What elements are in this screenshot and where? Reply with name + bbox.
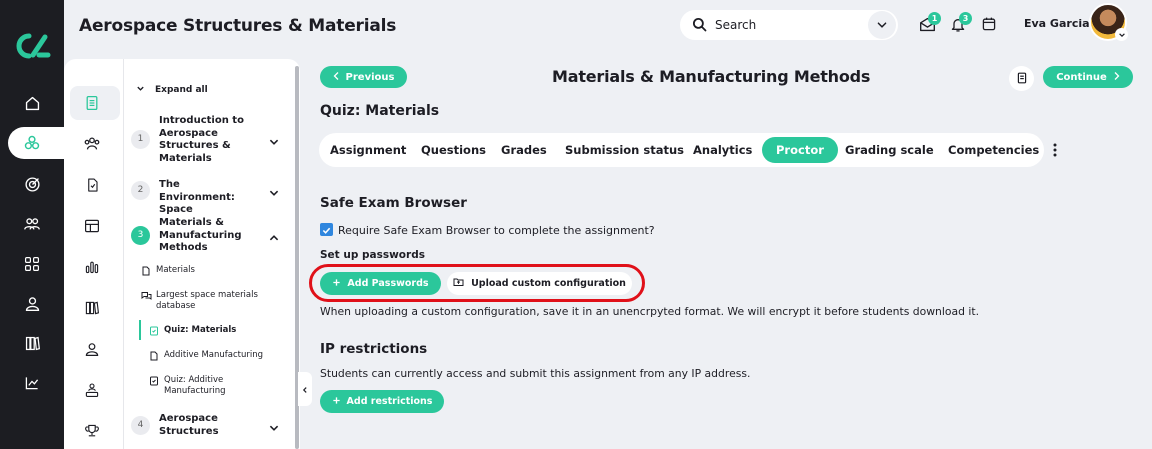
chevron-left-icon [301,380,309,399]
list-item[interactable]: Materials [141,265,291,276]
assignment-file-icon[interactable] [81,174,103,196]
document-icon [141,266,151,276]
search-input[interactable]: Search [715,18,756,32]
expand-all-toggle[interactable]: Expand all [136,84,208,96]
participants-icon[interactable] [81,133,103,155]
list-item[interactable]: Quiz: Additive Manufacturing [149,375,259,397]
apps-grid-icon[interactable] [20,252,44,276]
notebook-icon [1016,69,1028,88]
tab-submission-status[interactable]: Submission status [565,133,684,167]
calendar-icon[interactable] [981,16,999,34]
item-label: Additive Manufacturing [164,350,264,360]
user-menu-chevron-icon[interactable] [1115,28,1128,41]
section-title[interactable]: Aerospace Structures [159,413,239,438]
add-restrictions-button[interactable]: Add restrictions [320,390,444,413]
chevron-right-icon [1113,71,1120,84]
page-title: Materials & Manufacturing Methods [552,67,871,86]
continue-button[interactable]: Continue [1043,66,1133,88]
list-item[interactable]: Largest space materials database [141,290,281,312]
notifications-badge: 3 [959,12,972,25]
list-item[interactable]: Additive Manufacturing [149,350,299,361]
ip-heading: IP restrictions [320,341,428,357]
app-rail [0,0,68,449]
home-icon[interactable] [20,91,44,115]
tab-grades[interactable]: Grades [501,133,547,167]
chevron-up-icon[interactable] [268,229,280,241]
tab-assignment[interactable]: Assignment [330,133,406,167]
hierarchy-users-icon[interactable] [81,379,103,401]
user-icon[interactable] [20,291,44,315]
upload-note: When uploading a custom configuration, s… [320,305,980,318]
document-icon [149,351,159,361]
passwords-heading: Set up passwords [320,249,425,261]
target-icon[interactable] [20,172,44,196]
plus-icon [332,396,341,408]
previous-label: Previous [345,71,395,83]
quiz-icon [149,376,159,386]
quiz-icon [149,326,159,336]
profile-icon[interactable] [81,338,103,360]
inbox-badge: 1 [928,12,941,25]
collapse-panel-button[interactable] [298,372,312,406]
search-icon [692,17,707,36]
item-label: Materials [156,265,195,275]
tab-proctor[interactable]: Proctor [762,137,838,163]
seb-heading: Safe Exam Browser [320,195,467,211]
add-restrictions-label: Add restrictions [346,396,433,407]
analytics-bar-icon[interactable] [81,256,103,278]
seb-checkbox[interactable] [320,223,333,236]
user-name[interactable]: Eva Garcia [1024,17,1090,30]
tab-questions[interactable]: Questions [421,133,486,167]
chevron-down-icon[interactable] [268,184,280,196]
item-label: Quiz: Materials [164,325,237,335]
highlight-annotation [309,264,645,302]
chevron-down-icon[interactable] [268,419,280,431]
section-title[interactable]: Materials & Manufacturing Methods [159,217,249,255]
logo-icon[interactable] [12,31,52,61]
discussion-icon [141,291,152,301]
section-number: 2 [131,181,150,200]
courses-icon[interactable] [20,131,44,155]
continue-label: Continue [1056,71,1107,83]
notebook-button[interactable] [1009,66,1034,91]
section-number: 3 [131,226,150,245]
course-title: Aerospace Structures & Materials [79,16,397,36]
expand-all-label: Expand all [155,85,208,95]
content-book-icon[interactable] [81,92,103,114]
search-bar[interactable]: Search [680,10,898,40]
item-label: Quiz: Additive Manufacturing [164,375,226,396]
reports-chart-icon[interactable] [20,371,44,395]
seb-checkbox-label[interactable]: Require Safe Exam Browser to complete th… [338,224,655,237]
chevron-down-icon[interactable] [268,133,280,145]
nav-divider [123,59,124,449]
previous-button[interactable]: Previous [320,66,407,88]
chevron-down-icon [136,84,145,96]
section-title[interactable]: The Environment: Space [159,179,251,217]
tab-competencies[interactable]: Competencies [948,133,1039,167]
ip-note: Students can currently access and submit… [320,367,751,380]
library-books-icon[interactable] [81,297,103,319]
search-dropdown-chevron-icon[interactable] [868,11,896,39]
library-icon[interactable] [20,331,44,355]
section-number: 1 [131,130,150,149]
checkmark-icon [322,220,331,239]
active-item-indicator [139,320,141,340]
more-vertical-icon[interactable] [1053,142,1057,161]
section-number: 4 [131,416,150,435]
tab-bar: Assignment Questions Grades Submission s… [319,133,1044,167]
list-item[interactable]: Quiz: Materials [149,325,299,336]
chevron-left-icon [333,71,340,84]
groups-icon[interactable] [20,212,44,236]
tab-analytics[interactable]: Analytics [693,133,752,167]
section-title[interactable]: Introduction to Aerospace Structures & M… [159,115,257,165]
trophy-icon[interactable] [81,420,103,442]
item-label: Largest space materials database [156,290,258,311]
quiz-title: Quiz: Materials [320,103,440,119]
gradebook-table-icon[interactable] [81,215,103,237]
tab-grading-scale[interactable]: Grading scale [845,133,934,167]
